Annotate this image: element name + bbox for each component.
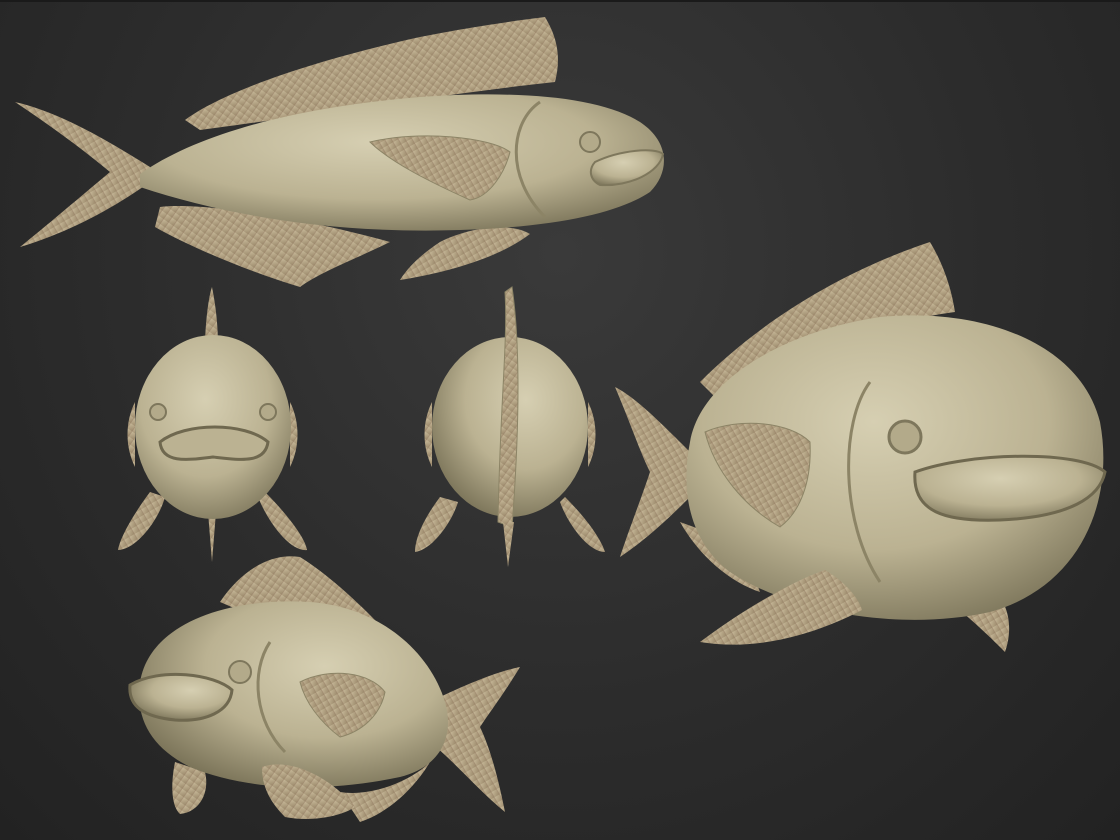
- sculpt-viewport[interactable]: [0, 0, 1120, 840]
- fish-sculpt-renders: [15, 17, 1107, 822]
- eye: [228, 660, 252, 684]
- pectoral-fin-right: [258, 492, 307, 551]
- ventral-spike: [208, 512, 216, 562]
- pectoral-fin-left: [415, 497, 458, 552]
- tail-spike: [503, 522, 514, 567]
- eye-left: [149, 403, 167, 421]
- side-fin-right: [588, 402, 596, 467]
- side-fin-right: [290, 402, 298, 467]
- eye-right: [259, 403, 277, 421]
- pectoral-fin-left: [118, 492, 165, 550]
- three-quarter-view-small: [128, 556, 520, 822]
- eye: [887, 419, 923, 455]
- side-view-left: [15, 17, 665, 287]
- back-view: [415, 286, 605, 567]
- pelvic-fin: [400, 227, 530, 280]
- side-fin-left: [424, 402, 432, 467]
- side-fin-left: [127, 402, 135, 467]
- front-view: [118, 287, 307, 562]
- eye: [579, 131, 601, 153]
- tail-fin: [15, 102, 150, 247]
- pectoral-fin-right: [560, 497, 605, 552]
- mouth: [128, 672, 234, 722]
- three-quarter-view-large: [615, 242, 1107, 652]
- tail-fin: [615, 387, 695, 557]
- mouth: [158, 425, 270, 461]
